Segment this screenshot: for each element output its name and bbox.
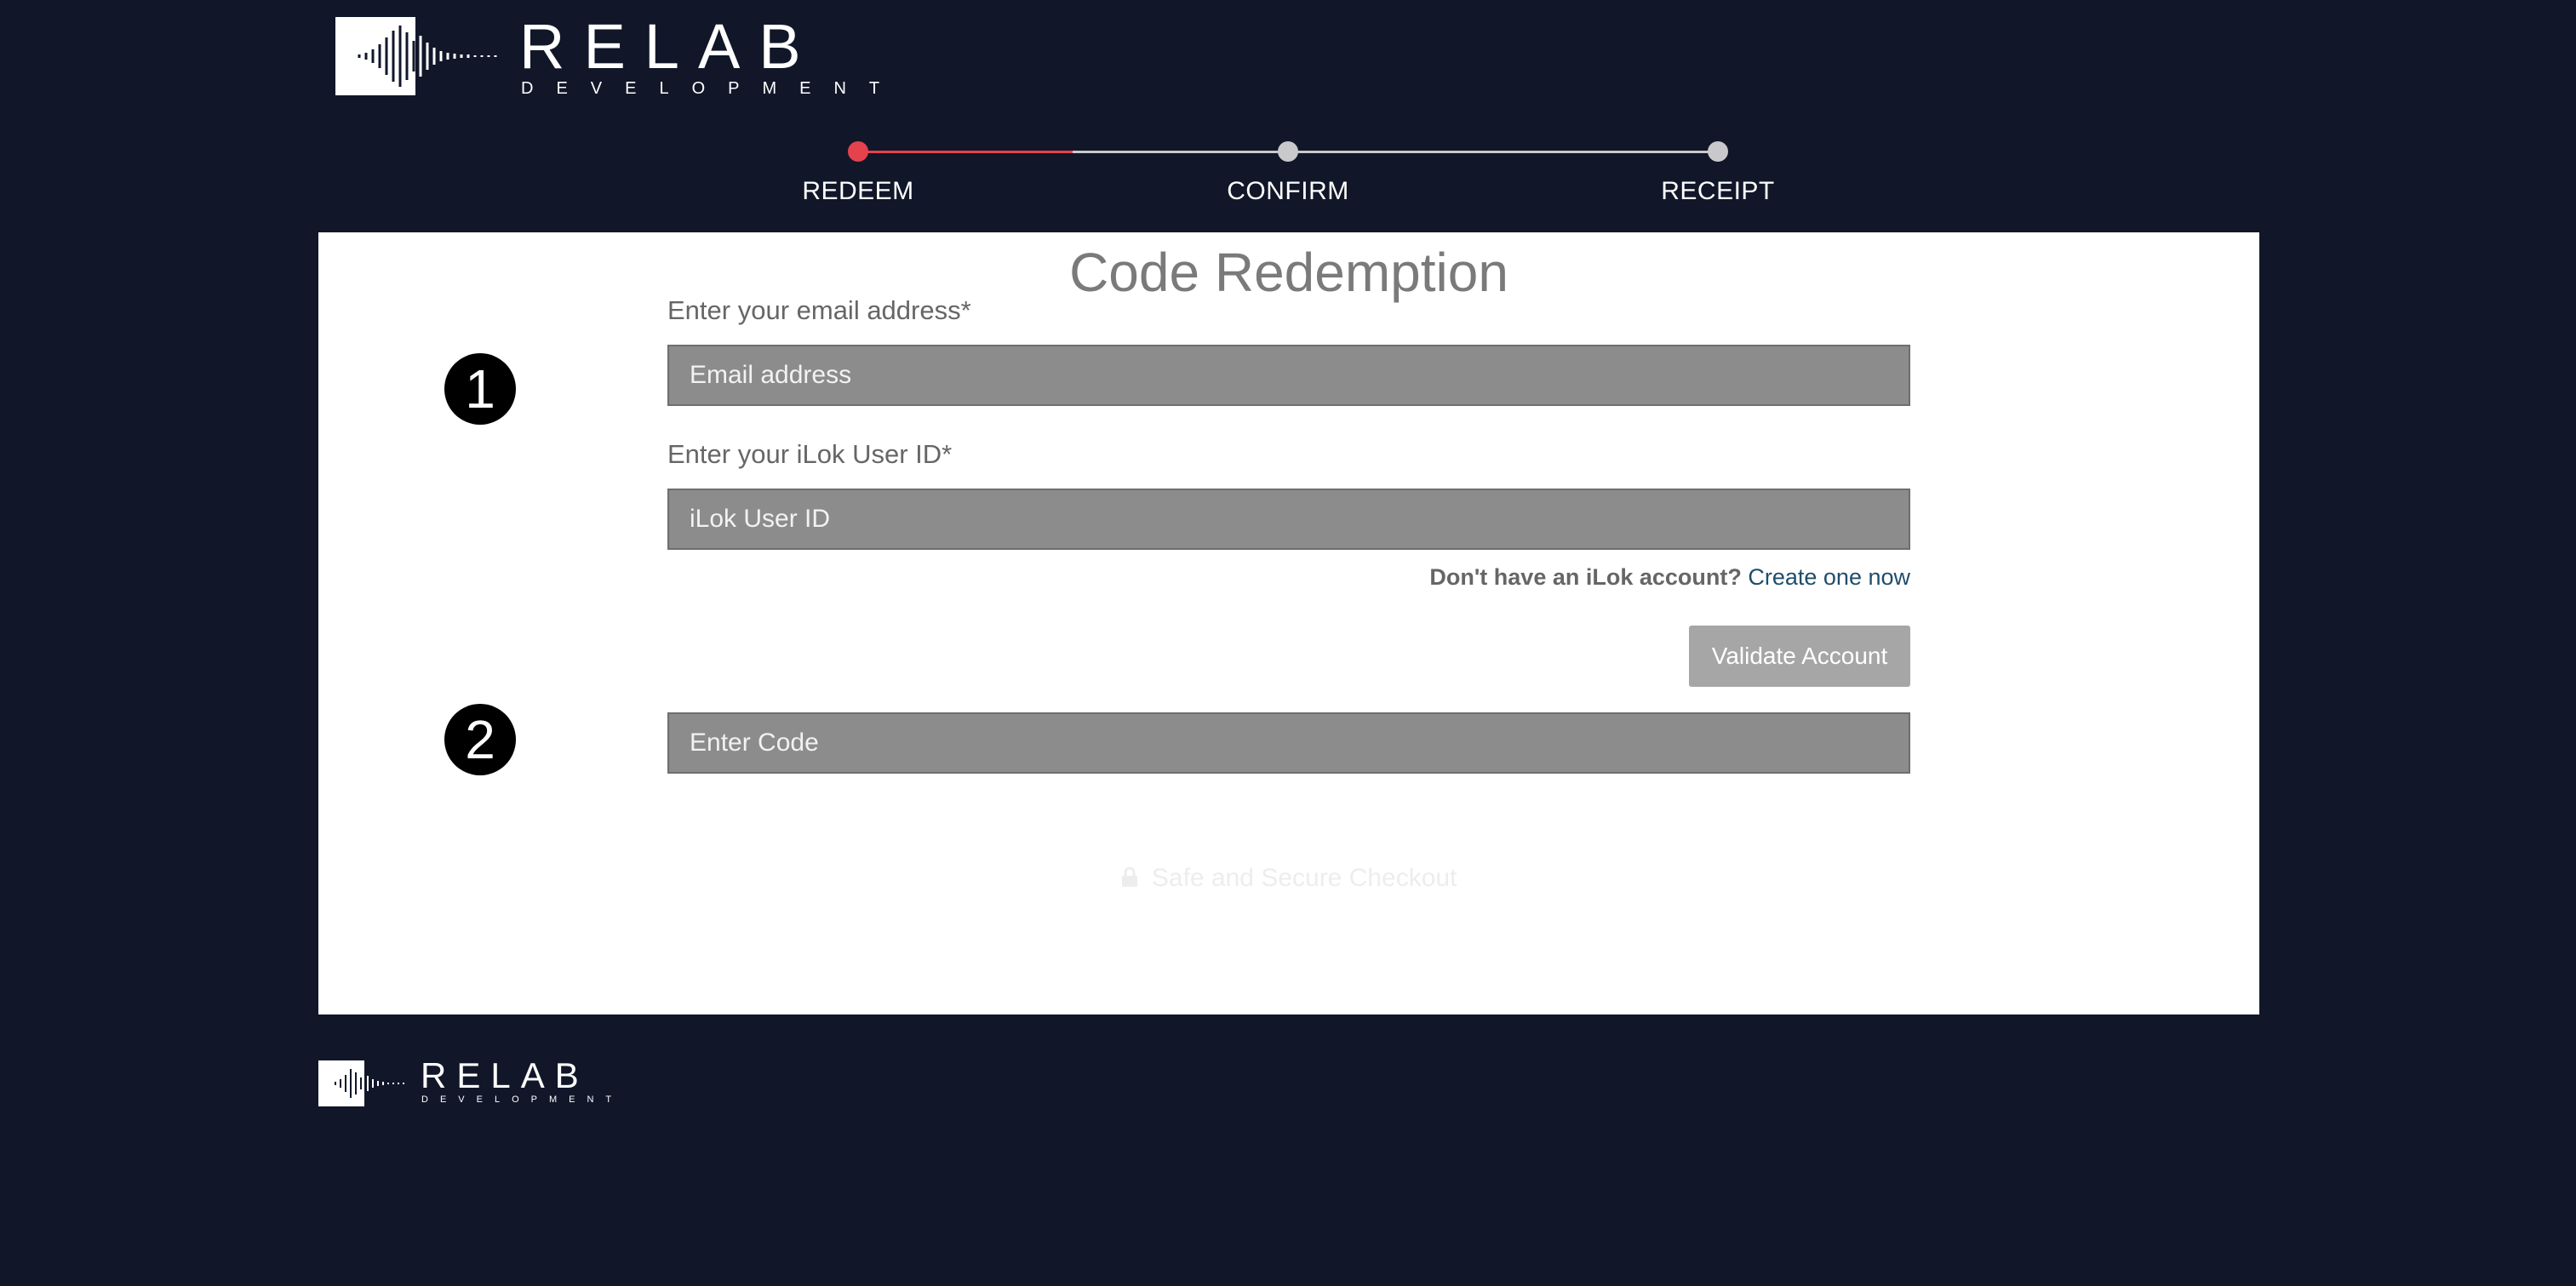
ilok-user-id-field[interactable]: [667, 489, 1910, 550]
step-label: REDEEM: [802, 177, 914, 205]
step-confirm: CONFIRM: [1177, 136, 1399, 206]
logo-tagline: DEVELOPMENT: [521, 79, 903, 98]
footer-logo-wordmark: RELAB: [421, 1055, 589, 1095]
step-dot: [1708, 141, 1728, 162]
email-field[interactable]: [667, 345, 1910, 406]
redemption-card: Code Redemption 1 Enter your email addre…: [318, 232, 2259, 1015]
secure-checkout-note: Safe and Secure Checkout: [318, 864, 2259, 894]
step-number-badge-1: 1: [444, 353, 516, 425]
checkout-progress: REDEEM CONFIRM RECEIPT: [0, 136, 2576, 213]
secure-checkout-text: Safe and Secure Checkout: [1151, 864, 1457, 892]
step-dot-active: [848, 141, 868, 162]
page-title: Code Redemption: [1069, 242, 1508, 303]
page: RELAB DEVELOPMENT REDEEM CONFIRM RECEIPT…: [0, 0, 2576, 1286]
step-label: RECEIPT: [1661, 177, 1775, 205]
ilok-label: Enter your iLok User ID*: [667, 439, 953, 469]
step-receipt: RECEIPT: [1607, 136, 1829, 206]
code-field[interactable]: [667, 712, 1910, 774]
account-question: Don't have an iLok account?: [1429, 564, 1742, 590]
ilok-account-note: Don't have an iLok account? Create one n…: [667, 564, 1910, 591]
step-label: CONFIRM: [1227, 177, 1349, 205]
step-number-badge-2: 2: [444, 704, 516, 775]
footer-logo-tagline: DEVELOPMENT: [421, 1095, 624, 1105]
logo-wordmark: RELAB: [519, 11, 820, 82]
relab-logo[interactable]: RELAB DEVELOPMENT: [334, 15, 879, 97]
lock-icon: [1121, 866, 1138, 894]
step-dot: [1278, 141, 1298, 162]
create-account-link[interactable]: Create one now: [1748, 564, 1910, 590]
email-label: Enter your email address*: [667, 295, 971, 325]
validate-account-button[interactable]: Validate Account: [1689, 626, 1910, 687]
footer-relab-logo[interactable]: RELAB DEVELOPMENT: [318, 1057, 625, 1110]
step-redeem: REDEEM: [747, 136, 969, 206]
